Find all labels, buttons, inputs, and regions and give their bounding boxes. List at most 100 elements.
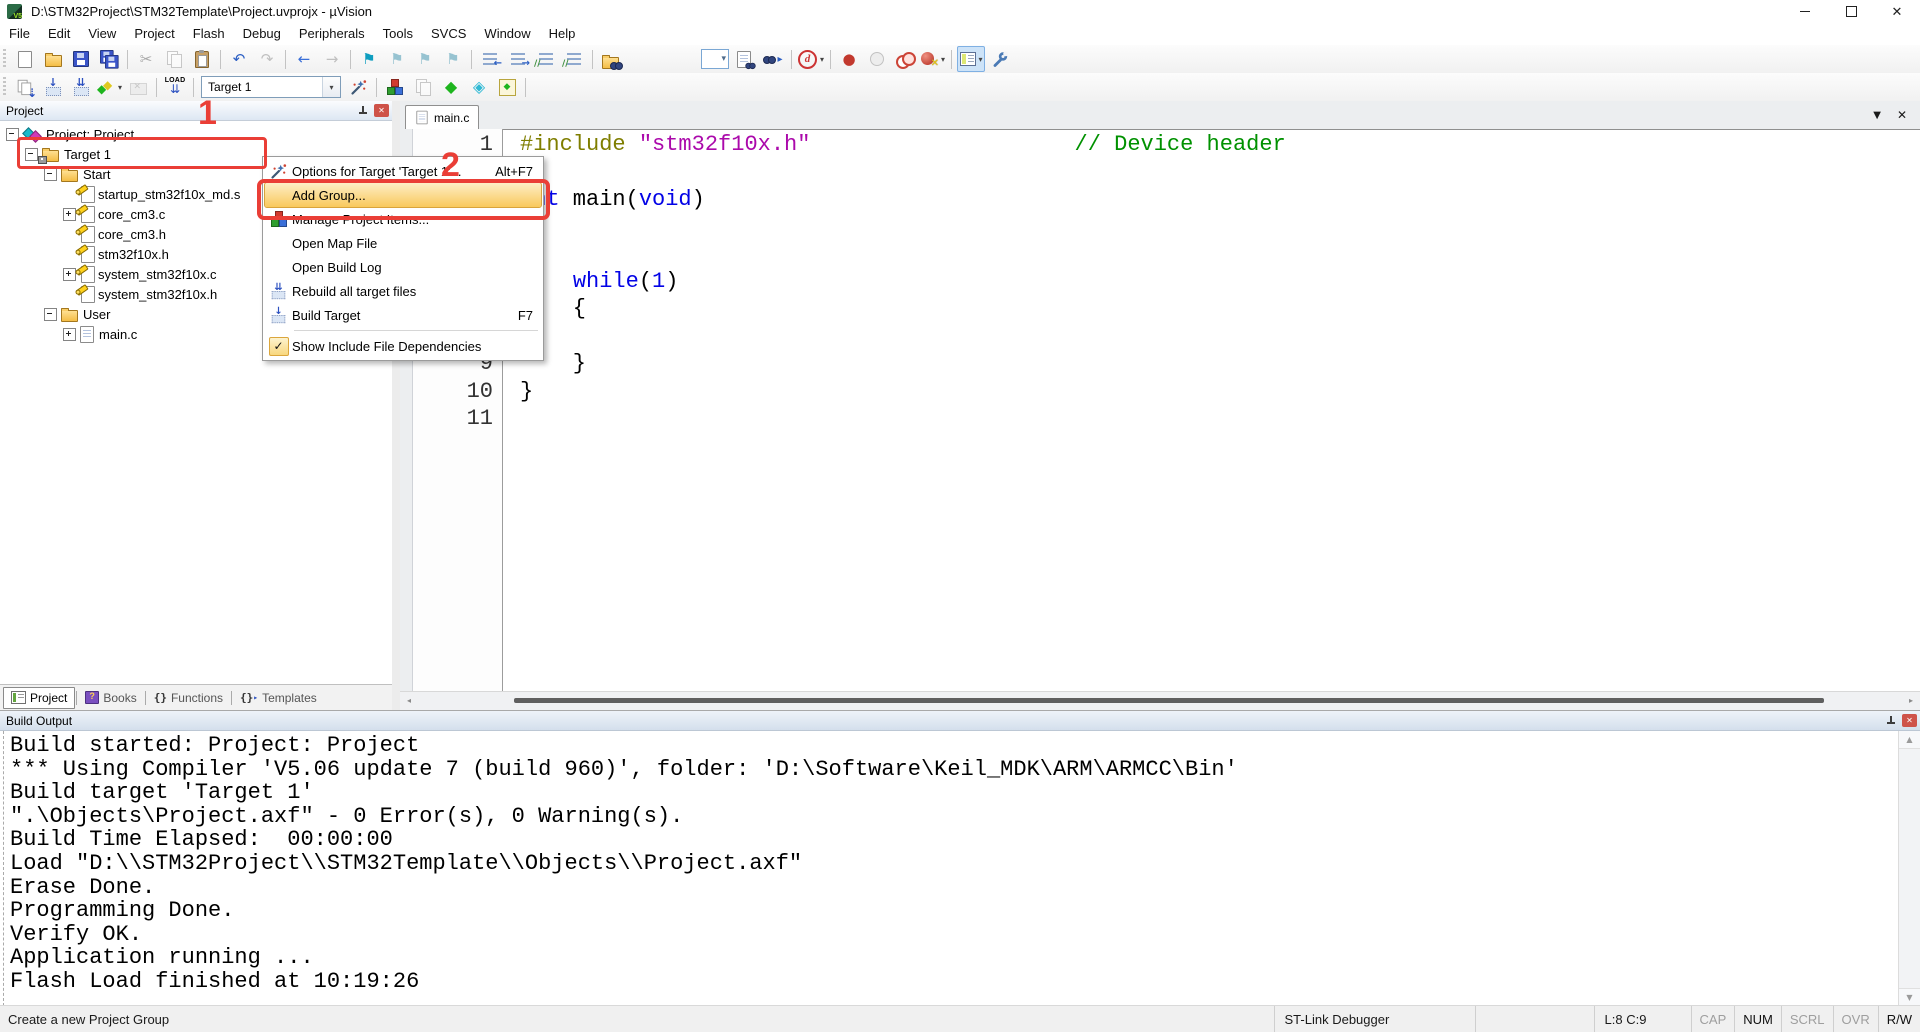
save-icon[interactable] <box>68 47 94 71</box>
project-panel-close-button[interactable] <box>374 104 389 117</box>
unindent-icon[interactable]: ← <box>477 47 503 71</box>
check-icon: ✓ <box>265 337 292 356</box>
insert-breakpoint-icon[interactable]: ● <box>836 47 862 71</box>
context-menu-item-build-target[interactable]: ↓Build TargetF7 <box>265 303 541 327</box>
code-line: } <box>520 350 1920 377</box>
minimize-button[interactable] <box>1782 0 1828 22</box>
context-menu-item-manage-project-items-[interactable]: Manage Project Items... <box>265 207 541 231</box>
find-in-document-icon[interactable] <box>732 47 758 71</box>
code-text[interactable]: #include "stm32f10x.h" // Device header … <box>503 129 1920 692</box>
build-output-scrollbar[interactable]: ▲ ▼ <box>1898 731 1920 1006</box>
tree-expander-icon[interactable] <box>6 128 19 141</box>
translate-icon[interactable]: ⇣ <box>12 75 38 99</box>
configure-icon[interactable] <box>987 47 1013 71</box>
menu-project[interactable]: Project <box>125 23 183 44</box>
context-menu-item-add-group-[interactable]: Add Group... <box>265 183 541 207</box>
redo-icon[interactable]: ↷ <box>254 47 280 71</box>
close-tab-icon[interactable]: ✕ <box>1897 108 1907 122</box>
disable-all-breakpoints-icon[interactable] <box>892 47 918 71</box>
menu-file[interactable]: File <box>0 23 39 44</box>
manage-rte-icon[interactable]: ◆ <box>438 75 464 99</box>
scrollbar-thumb[interactable] <box>514 698 1824 703</box>
tree-expander-icon[interactable] <box>44 168 57 181</box>
horizontal-scrollbar[interactable]: ◂ ▸ <box>400 691 1920 710</box>
pin-icon[interactable] <box>1886 715 1896 726</box>
close-button[interactable]: ✕ <box>1874 0 1920 22</box>
menu-debug[interactable]: Debug <box>234 23 290 44</box>
menu-peripherals[interactable]: Peripherals <box>290 23 374 44</box>
context-menu-item-rebuild-all-target-files[interactable]: ⇊Rebuild all target files <box>265 279 541 303</box>
scroll-down-icon[interactable]: ▼ <box>1899 988 1920 1006</box>
panel-tab-books[interactable]: Books <box>78 688 143 708</box>
tab-list-dropdown-icon[interactable]: ▼ <box>1873 110 1881 121</box>
find-in-files-icon[interactable] <box>598 47 624 71</box>
bookmark-toggle-icon[interactable]: ⚑ <box>356 47 382 71</box>
menu-view[interactable]: View <box>79 23 125 44</box>
paste-icon[interactable] <box>189 47 215 71</box>
cubes-icon <box>265 211 292 227</box>
project-window-toggle[interactable]: ▾ <box>957 46 985 72</box>
build-output-close-button[interactable] <box>1902 714 1917 727</box>
file-extensions-icon[interactable] <box>410 75 436 99</box>
menu-flash[interactable]: Flash <box>184 23 234 44</box>
tree-expander-icon[interactable] <box>63 328 76 341</box>
panel-tab-templates[interactable]: Templates <box>233 688 324 708</box>
tree-expander-icon[interactable] <box>25 148 38 161</box>
tree-item-project-project[interactable]: Project: Project <box>0 124 392 144</box>
start-stop-debug-icon[interactable]: ▾ <box>797 47 825 71</box>
maximize-button[interactable] <box>1828 0 1874 22</box>
menu-svcs[interactable]: SVCS <box>422 23 475 44</box>
panel-tab-functions[interactable]: Functions <box>147 688 230 708</box>
select-software-packs-icon[interactable]: ◈ <box>466 75 492 99</box>
kill-all-breakpoints-icon[interactable]: ▾ <box>920 47 946 71</box>
new-file-icon[interactable] <box>12 47 38 71</box>
comment-icon[interactable]: // <box>533 47 559 71</box>
menu-window[interactable]: Window <box>475 23 539 44</box>
uncomment-icon[interactable]: // <box>561 47 587 71</box>
bookmark-prev-icon[interactable]: ⚑ <box>384 47 410 71</box>
batch-build-icon[interactable]: ◆◆▾ <box>96 75 123 99</box>
tree-expander-icon[interactable] <box>44 308 57 321</box>
tree-expander-icon[interactable] <box>63 208 76 221</box>
tree-expander-icon[interactable] <box>63 268 76 281</box>
scroll-right-icon[interactable]: ▸ <box>1904 694 1918 707</box>
context-menu-item-show-include-file-dependencies[interactable]: ✓Show Include File Dependencies <box>265 334 541 358</box>
pin-icon[interactable] <box>358 105 368 116</box>
navigate-forward-icon[interactable]: → <box>319 47 345 71</box>
rebuild-icon[interactable]: ⇊ <box>68 75 94 99</box>
incremental-find-icon[interactable]: ▸ <box>760 47 786 71</box>
search-text-combo[interactable] <box>700 47 730 71</box>
scroll-left-icon[interactable]: ◂ <box>402 694 416 707</box>
toolbar-separator <box>285 50 286 69</box>
options-for-target-icon[interactable] <box>345 75 371 99</box>
copy-icon[interactable] <box>161 47 187 71</box>
bookmark-next-icon[interactable]: ⚑ <box>412 47 438 71</box>
context-menu-item-options-for-target-target-1-[interactable]: Options for Target 'Target 1'...Alt+F7 <box>265 159 541 183</box>
bookmark-clear-icon[interactable]: ⚑ <box>440 47 466 71</box>
open-file-icon[interactable] <box>40 47 66 71</box>
panel-tab-project[interactable]: Project <box>3 687 75 709</box>
enable-disable-breakpoint-icon[interactable] <box>864 47 890 71</box>
indent-icon[interactable]: → <box>505 47 531 71</box>
target-select-combo[interactable]: Target 1▾ <box>201 76 341 98</box>
context-menu-item-open-map-file[interactable]: Open Map File <box>265 231 541 255</box>
build-icon[interactable]: ↓ <box>40 75 66 99</box>
menu-tools[interactable]: Tools <box>374 23 422 44</box>
stop-build-icon[interactable] <box>125 75 151 99</box>
menu-edit[interactable]: Edit <box>39 23 79 44</box>
menu-help[interactable]: Help <box>540 23 585 44</box>
pack-installer-icon[interactable]: ◆ <box>494 75 520 99</box>
toolbar-grip[interactable] <box>3 77 6 97</box>
title-bar: D:\STM32Project\STM32Template\Project.uv… <box>0 0 1920 22</box>
save-all-icon[interactable] <box>96 47 122 71</box>
chevron-down-icon[interactable]: ▾ <box>322 77 340 97</box>
toolbar-grip[interactable] <box>3 49 6 69</box>
manage-project-items-icon[interactable] <box>382 75 408 99</box>
undo-icon[interactable]: ↶ <box>226 47 252 71</box>
scroll-up-icon[interactable]: ▲ <box>1899 731 1920 749</box>
cut-icon[interactable]: ✂ <box>133 47 159 71</box>
tab-main-c[interactable]: main.c <box>405 105 479 129</box>
context-menu-item-open-build-log[interactable]: Open Build Log <box>265 255 541 279</box>
download-to-flash-icon[interactable]: LOAD⇊ <box>162 75 188 99</box>
navigate-back-icon[interactable]: ← <box>291 47 317 71</box>
